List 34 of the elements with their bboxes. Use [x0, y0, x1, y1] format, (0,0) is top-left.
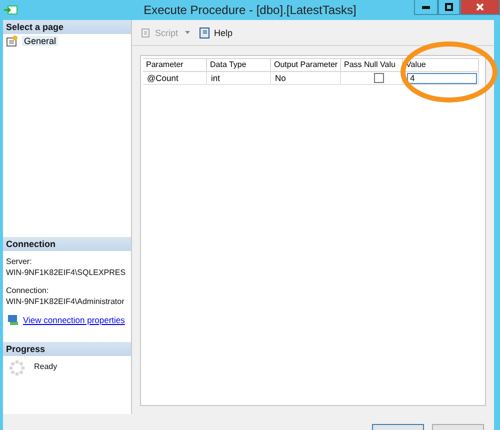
section-header: Select a page — [3, 20, 131, 34]
page-properties-icon — [6, 35, 18, 47]
section-header: Progress — [3, 342, 131, 356]
column-header: Output Parameter — [271, 58, 341, 72]
minimize-button[interactable] — [414, 0, 438, 15]
server-name: WIN-9NF1K82EIF4\SQLEXPRES — [5, 268, 127, 278]
table-cell: @Count — [143, 72, 207, 85]
section-header: Connection — [3, 237, 131, 251]
page-item[interactable]: General — [22, 36, 58, 46]
progress-status: Ready — [33, 361, 58, 372]
connection-properties-icon — [7, 314, 19, 326]
column-header: Pass Null Valu — [341, 58, 403, 72]
window-title: Execute Procedure - [dbo].[LatestTasks] — [142, 3, 358, 17]
view-connection-properties-link[interactable]: View connection properties — [23, 315, 125, 325]
column-header: Parameter — [143, 58, 207, 72]
dialog-button[interactable] — [372, 424, 424, 430]
connection-label: Connection: — [5, 286, 50, 296]
progress-spinner-icon — [9, 360, 25, 376]
help-book-icon — [199, 26, 212, 38]
pass-null-checkbox[interactable] — [374, 73, 384, 83]
server-label: Server: — [5, 257, 33, 267]
table-cell: int — [207, 72, 271, 85]
minimize-icon — [422, 5, 430, 9]
table-cell: No — [271, 72, 341, 85]
window-app-icon — [4, 5, 18, 15]
maximize-button[interactable] — [438, 0, 460, 15]
value-input-field[interactable]: 4 — [407, 72, 477, 84]
close-icon — [476, 3, 484, 11]
close-button[interactable] — [460, 0, 500, 15]
connection-name: WIN-9NF1K82EIF4\Administrator — [5, 297, 126, 307]
column-header: Data Type — [207, 58, 271, 72]
script-icon — [140, 26, 152, 38]
help-button[interactable]: Help — [197, 26, 235, 38]
maximize-icon — [445, 3, 453, 11]
